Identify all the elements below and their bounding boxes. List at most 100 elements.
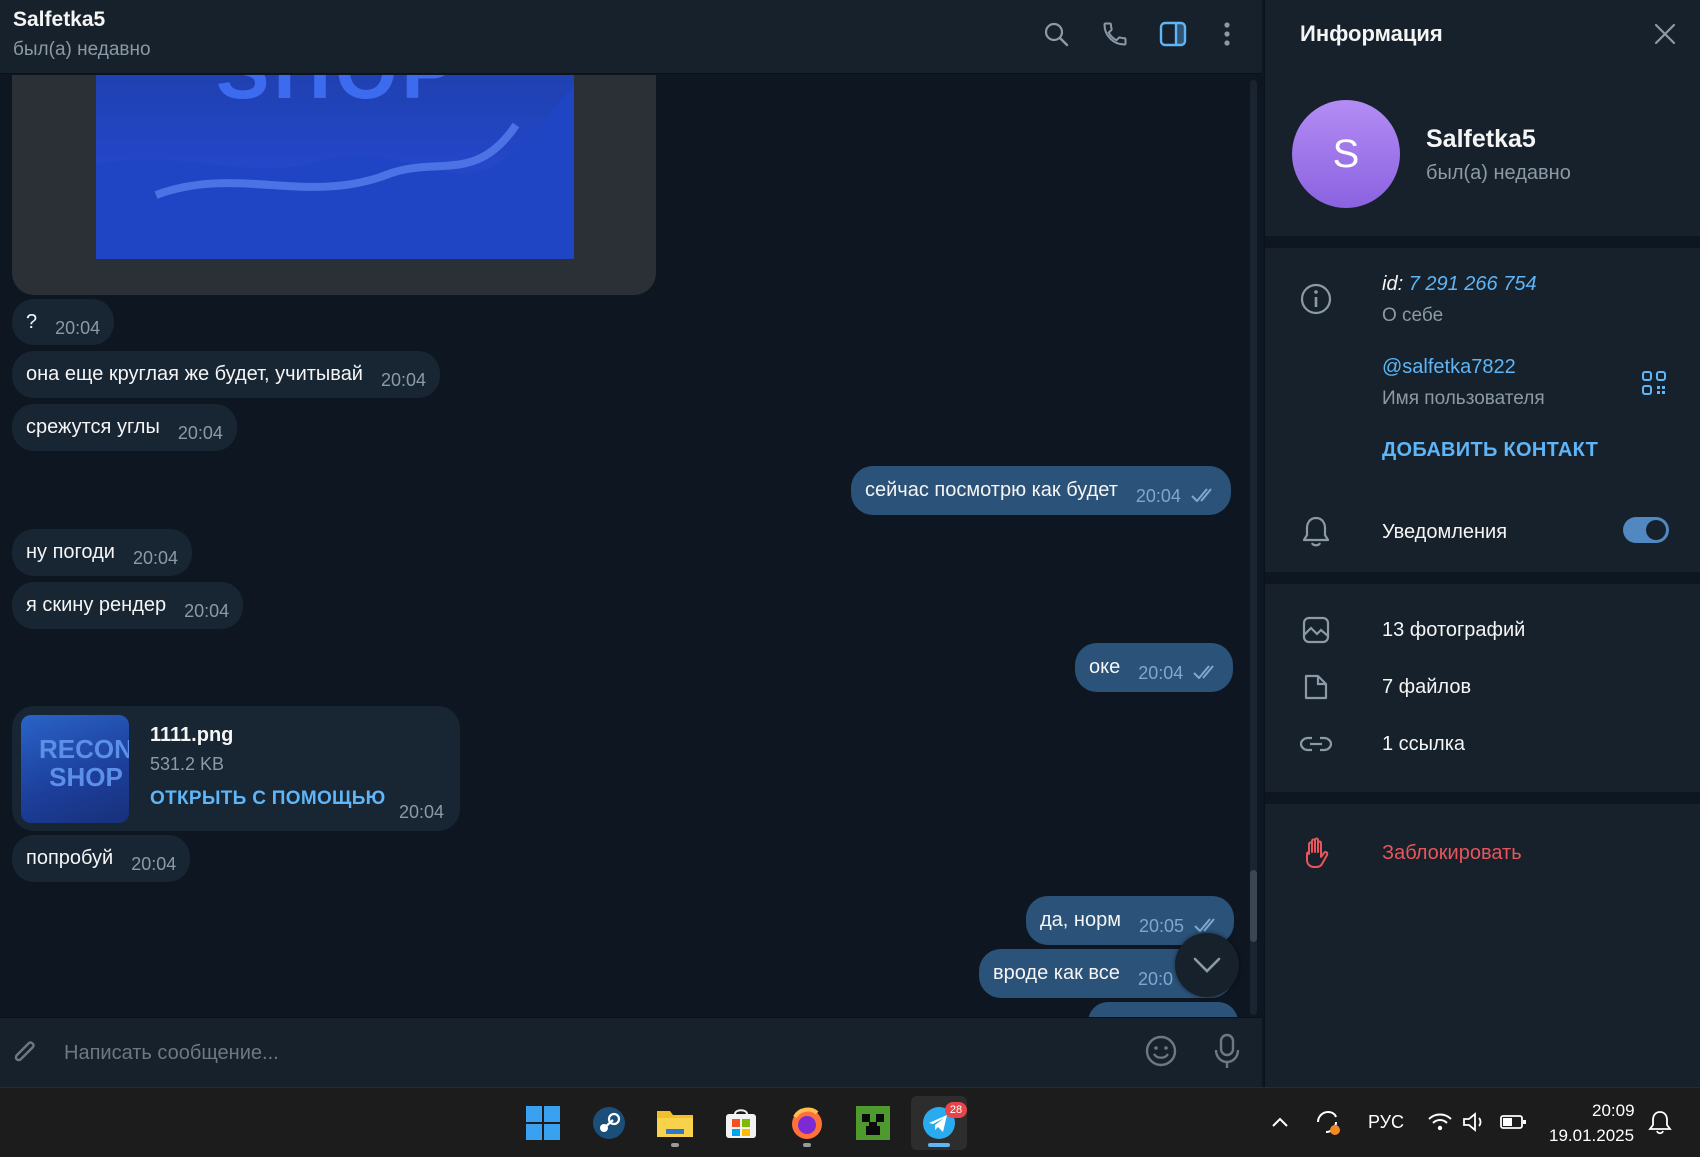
telegram-badge: 28 (945, 1102, 967, 1118)
tray-overflow-chevron-up-icon[interactable] (1268, 1106, 1292, 1138)
windows-taskbar: 28 РУС 20:09 19.01.2025 (0, 1087, 1700, 1157)
taskbar-minecraft[interactable] (845, 1096, 901, 1150)
wifi-icon[interactable] (1426, 1106, 1454, 1138)
username-label: Имя пользователя (1382, 388, 1545, 409)
taskbar-firefox[interactable] (779, 1096, 835, 1150)
file-size: 531.2 KB (150, 754, 225, 774)
info-title: Информация (1300, 21, 1443, 46)
bio-label: О себе (1382, 305, 1444, 326)
files-link[interactable]: 7 файлов (1382, 676, 1471, 699)
links-link[interactable]: 1 ссылка (1382, 733, 1465, 756)
username-value[interactable]: @salfetka7822 (1382, 356, 1516, 379)
info-header: Информация (1265, 0, 1700, 68)
message-text: оке (1089, 656, 1121, 678)
battery-icon[interactable] (1498, 1106, 1528, 1138)
message-bubble[interactable]: она еще круглая же будет, учитывай 20:04 (12, 351, 441, 398)
message-bubble-outgoing[interactable] (1088, 1002, 1238, 1017)
taskbar-microsoft-store[interactable] (713, 1096, 769, 1150)
message-text: я скину рендер (26, 594, 167, 616)
close-icon[interactable] (1649, 18, 1681, 50)
message-list[interactable]: SHOP ? 20:04 она еще круглая же будет, у… (0, 75, 1262, 1017)
open-with-link[interactable]: ОТКРЫТЬ С ПОМОЩЬЮ (150, 788, 386, 810)
taskbar-steam[interactable] (581, 1096, 637, 1150)
message-time: 20:04 (177, 423, 223, 443)
chat-status: был(а) недавно (13, 39, 151, 60)
message-text: да, норм (1040, 909, 1121, 931)
user-id-label: id: (1382, 273, 1404, 295)
message-time: 20:04 (1135, 486, 1181, 506)
chat-scrollbar[interactable] (1250, 80, 1257, 1015)
divider (1265, 236, 1700, 248)
file-name: 1111.png (150, 724, 234, 746)
add-contact-button[interactable]: ДОБАВИТЬ КОНТАКТ (1382, 439, 1598, 462)
user-id-value: 7 291 266 754 (1408, 273, 1537, 295)
message-time: 20:04 (55, 317, 101, 338)
message-bubble-outgoing[interactable]: оке 20:04 (1075, 643, 1234, 692)
clock-date[interactable]: 19.01.2025 (1549, 1126, 1634, 1146)
message-text: она еще круглая же будет, учитывай (26, 363, 363, 385)
profile-status: был(а) недавно (1426, 162, 1571, 184)
message-time: 20:04 (131, 854, 177, 874)
message-bubble[interactable]: срежутся углы 20:04 (12, 404, 237, 451)
folder-icon (657, 1111, 693, 1137)
sidebar-toggle-icon[interactable] (1157, 18, 1189, 50)
message-time: 20:04 (132, 548, 178, 568)
search-icon[interactable] (1040, 18, 1072, 50)
start-button[interactable] (515, 1096, 571, 1150)
message-bubble[interactable]: попробуй 20:04 (12, 835, 191, 882)
message-bubble[interactable]: ? 20:04 (12, 299, 115, 345)
link-icon (1298, 726, 1334, 762)
scrollbar-thumb[interactable] (1250, 870, 1257, 942)
divider (1265, 572, 1700, 584)
photo-icon (1298, 612, 1334, 648)
bell-icon (1298, 513, 1334, 549)
message-time: 20:04 (399, 802, 445, 822)
file-icon (1298, 669, 1334, 705)
steam-icon (593, 1107, 625, 1139)
avatar[interactable]: S (1292, 100, 1400, 208)
message-input[interactable] (64, 1035, 1114, 1071)
block-user-button[interactable]: Заблокировать (1382, 842, 1522, 865)
microphone-icon[interactable] (1212, 1032, 1242, 1075)
image-preview-text: SHOP (216, 75, 459, 117)
sync-icon[interactable] (1312, 1106, 1342, 1138)
message-text: ? (26, 310, 38, 333)
emoji-icon[interactable] (1144, 1034, 1178, 1073)
volume-icon[interactable] (1460, 1106, 1488, 1138)
attach-icon[interactable] (10, 1036, 40, 1075)
message-bubble[interactable]: ну погоди 20:04 (12, 529, 192, 576)
notifications-toggle[interactable] (1623, 517, 1669, 543)
qr-code-icon[interactable] (1641, 370, 1667, 401)
thumb-line1: RECON (39, 734, 129, 764)
message-composer (0, 1017, 1262, 1087)
taskbar-file-explorer[interactable] (647, 1096, 703, 1150)
message-time: 20:0 (1137, 969, 1173, 989)
chat-title[interactable]: Salfetka5 (13, 8, 105, 32)
scroll-down-button[interactable] (1175, 933, 1239, 997)
image-message[interactable]: SHOP (12, 75, 656, 295)
message-bubble-outgoing[interactable]: сейчас посмотрю как будет 20:04 (851, 466, 1231, 515)
language-indicator[interactable]: РУС (1368, 1112, 1404, 1133)
message-time: 20:05 (1138, 916, 1184, 936)
message-bubble[interactable]: я скину рендер 20:04 (12, 582, 244, 629)
firefox-icon (792, 1107, 822, 1139)
taskbar-telegram[interactable]: 28 (911, 1096, 967, 1150)
file-thumbnail[interactable]: RECON SHOP (21, 715, 129, 823)
file-message[interactable]: RECON SHOP 1111.png 531.2 KB ОТКРЫТЬ С П… (12, 706, 460, 831)
photos-link[interactable]: 13 фотографий (1382, 619, 1525, 642)
info-icon (1298, 281, 1334, 317)
more-options-icon[interactable] (1211, 18, 1243, 50)
user-id-row[interactable]: id: 7 291 266 754 (1382, 273, 1537, 296)
clock-time[interactable]: 20:09 (1592, 1101, 1635, 1121)
chat-header[interactable]: Salfetka5 был(а) недавно (0, 0, 1262, 74)
phone-icon[interactable] (1099, 18, 1131, 50)
message-time: 20:04 (380, 370, 427, 390)
message-text: срежутся углы (26, 416, 160, 438)
message-text: попробуй (26, 847, 114, 869)
chevron-down-icon (1193, 957, 1221, 973)
notification-bell-icon[interactable] (1646, 1106, 1674, 1138)
store-icon (726, 1109, 756, 1138)
read-checks-icon (1191, 485, 1217, 508)
image-preview[interactable]: SHOP (96, 75, 574, 259)
message-text: вроде как все (993, 962, 1120, 984)
